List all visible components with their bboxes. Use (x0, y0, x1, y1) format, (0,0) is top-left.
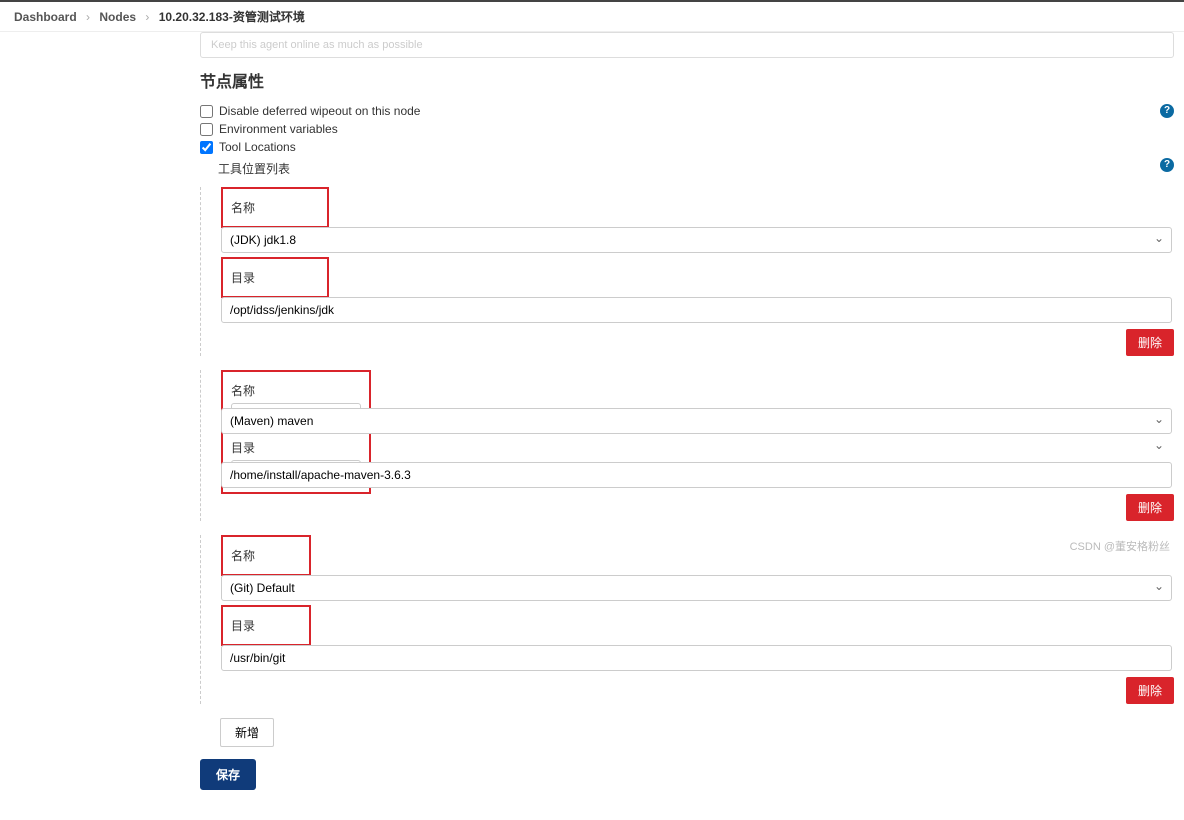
tool-name-select-full[interactable]: (Maven) maven (221, 408, 1172, 434)
tool-name-select[interactable]: (JDK) jdk1.8 (221, 227, 1172, 253)
chevron-right-icon: › (145, 10, 149, 24)
checkbox-tool-locations[interactable] (200, 141, 213, 154)
chevron-right-icon: › (86, 10, 90, 24)
tool-location-entry: 名称 (Git) Default 目录 删除 (200, 535, 1174, 704)
breadcrumb: Dashboard › Nodes › 10.20.32.183-资管测试环境 (0, 2, 1184, 32)
help-icon[interactable]: ? (1160, 158, 1174, 172)
field-label-name: 名称 (231, 378, 361, 403)
help-icon[interactable]: ? (1160, 104, 1174, 118)
breadcrumb-dashboard[interactable]: Dashboard (14, 10, 77, 24)
save-button[interactable]: 保存 (200, 759, 256, 790)
main-content: Keep this agent online as much as possib… (190, 32, 1184, 820)
checkbox-env-vars[interactable] (200, 123, 213, 136)
field-label-directory: 目录 (231, 613, 301, 638)
delete-button[interactable]: 删除 (1126, 329, 1174, 356)
section-title-node-properties: 节点属性 (200, 68, 1174, 92)
field-label-name: 名称 (231, 543, 301, 568)
tool-directory-input[interactable] (221, 645, 1172, 671)
checkbox-disable-wipeout[interactable] (200, 105, 213, 118)
tool-location-entry: 名称 (Maven) maven 目录 (Maven) maven (200, 370, 1174, 521)
label-tool-locations[interactable]: Tool Locations (219, 140, 296, 154)
field-label-directory: 目录 (231, 265, 255, 290)
add-button[interactable]: 新增 (220, 718, 274, 747)
top-bar: Dashboard › Nodes › 10.20.32.183-资管测试环境 (0, 0, 1184, 32)
tool-location-entry: 名称 (JDK) jdk1.8 目录 删除 (200, 187, 1174, 356)
tool-name-select[interactable]: (Git) Default (221, 575, 1172, 601)
breadcrumb-current: 10.20.32.183-资管测试环境 (159, 10, 305, 24)
tool-list-header: 工具位置列表 (218, 156, 1174, 181)
tool-directory-input[interactable] (221, 462, 1172, 488)
label-disable-wipeout[interactable]: Disable deferred wipeout on this node (219, 104, 420, 118)
tool-directory-input[interactable] (221, 297, 1172, 323)
availability-hint: Keep this agent online as much as possib… (200, 32, 1174, 58)
label-env-vars[interactable]: Environment variables (219, 122, 338, 136)
field-label-directory: 目录 (231, 435, 361, 460)
watermark: CSDN @董安格粉丝 (1070, 538, 1170, 554)
field-label-name: 名称 (231, 195, 255, 220)
delete-button[interactable]: 删除 (1126, 494, 1174, 521)
breadcrumb-nodes[interactable]: Nodes (99, 10, 136, 24)
delete-button[interactable]: 删除 (1126, 677, 1174, 704)
